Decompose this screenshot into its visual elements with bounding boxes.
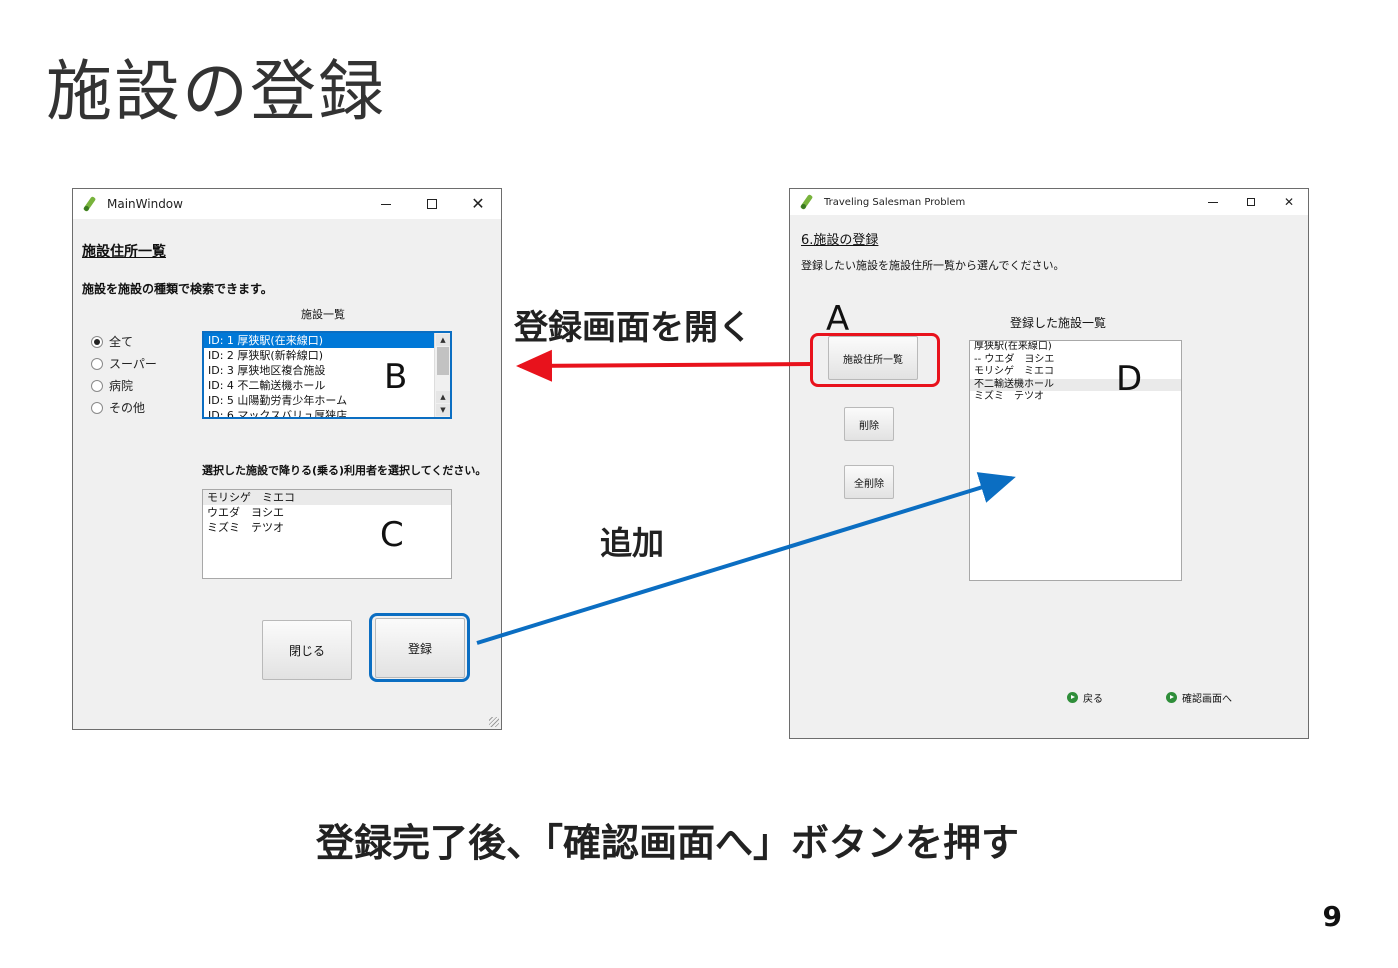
list-item[interactable]: ID: 1 厚狭駅(在来線口) bbox=[204, 333, 450, 348]
arrow-right-circle-icon bbox=[1166, 692, 1177, 703]
delete-all-button[interactable]: 全削除 bbox=[844, 465, 894, 499]
maximize-icon bbox=[1247, 198, 1255, 206]
list-item[interactable]: ID: 5 山陽勤労青少年ホーム bbox=[204, 393, 450, 408]
list-item[interactable]: -- ウエダ ヨシエ bbox=[970, 354, 1181, 367]
registered-facility-list[interactable]: 厚狭駅(在来線口) -- ウエダ ヨシエ モリシゲ ミエコ 不二輸送機ホール ミ… bbox=[969, 340, 1182, 581]
marker-c: C bbox=[380, 515, 404, 555]
app-leaf-icon bbox=[81, 195, 99, 213]
register-highlight bbox=[369, 613, 470, 682]
slide-title: 施設の登録 bbox=[46, 53, 386, 130]
radio-dot bbox=[91, 379, 103, 392]
tsp-window: Traveling Salesman Problem ✕ 6.施設の登録 登録し… bbox=[789, 188, 1309, 739]
resize-grip-icon[interactable] bbox=[489, 717, 499, 727]
facility-list[interactable]: ID: 1 厚狭駅(在来線口) ID: 2 厚狭駅(新幹線口) ID: 3 厚狭… bbox=[202, 331, 452, 419]
tsp-window-title: Traveling Salesman Problem bbox=[824, 196, 966, 208]
maximize-button[interactable] bbox=[409, 189, 455, 219]
bottom-instruction: 登録完了後、「確認画面へ」ボタンを押す bbox=[316, 821, 1020, 865]
search-instruction: 施設を施設の種類で検索できます。 bbox=[82, 282, 273, 296]
main-window-titlebar[interactable]: MainWindow ✕ bbox=[73, 189, 501, 219]
minimize-icon bbox=[1208, 201, 1218, 203]
minimize-icon bbox=[381, 203, 391, 205]
scroll-thumb[interactable] bbox=[437, 347, 449, 375]
registration-heading: 6.施設の登録 bbox=[801, 233, 879, 248]
list-item[interactable]: ミズミ テツオ bbox=[970, 391, 1181, 404]
facility-list-scrollbar[interactable]: ▲ ▲ ▼ bbox=[434, 333, 450, 417]
facility-list-label: 施設一覧 bbox=[301, 308, 345, 321]
radio-dot bbox=[91, 357, 103, 370]
minimize-button[interactable] bbox=[1194, 189, 1232, 215]
close-icon: ✕ bbox=[471, 194, 485, 213]
app-leaf-icon bbox=[798, 193, 816, 211]
open-screen-arrow bbox=[516, 349, 811, 382]
filter-other-radio[interactable]: その他 bbox=[91, 399, 145, 416]
close-window-button[interactable]: ✕ bbox=[1270, 189, 1308, 215]
registered-list-label: 登録した施設一覧 bbox=[1010, 316, 1107, 330]
add-caption: 追加 bbox=[600, 524, 665, 562]
confirm-screen-link[interactable]: 確認画面へ bbox=[1166, 690, 1232, 705]
scroll-down-icon[interactable]: ▲ bbox=[436, 391, 450, 403]
marker-b: B bbox=[384, 357, 408, 397]
list-item[interactable]: ミズミ テツオ bbox=[203, 520, 451, 535]
maximize-button[interactable] bbox=[1232, 189, 1270, 215]
delete-button[interactable]: 削除 bbox=[844, 407, 894, 441]
list-item[interactable]: ID: 6 マックスバリュ厚狭店 bbox=[204, 408, 450, 417]
address-list-highlight bbox=[810, 333, 940, 387]
user-list[interactable]: モリシゲ ミエコ ウエダ ヨシエ ミズミ テツオ bbox=[202, 489, 452, 579]
facility-address-heading: 施設住所一覧 bbox=[82, 244, 166, 260]
list-item[interactable]: ID: 4 不二輸送機ホール bbox=[204, 378, 450, 393]
close-window-button[interactable]: ✕ bbox=[455, 189, 501, 219]
list-item[interactable]: 不二輸送機ホール bbox=[970, 378, 1181, 391]
scroll-up-icon[interactable]: ▲ bbox=[436, 334, 450, 346]
list-item[interactable]: モリシゲ ミエコ bbox=[203, 490, 451, 505]
list-item[interactable]: ウエダ ヨシエ bbox=[203, 505, 451, 520]
close-button[interactable]: 閉じる bbox=[262, 620, 352, 680]
minimize-button[interactable] bbox=[363, 189, 409, 219]
marker-d: D bbox=[1116, 359, 1143, 399]
list-item[interactable]: ID: 3 厚狭地区複合施設 bbox=[204, 363, 450, 378]
tsp-window-titlebar[interactable]: Traveling Salesman Problem ✕ bbox=[790, 189, 1308, 215]
page-number: 9 bbox=[1322, 900, 1342, 933]
scroll-down-icon[interactable]: ▼ bbox=[436, 404, 450, 416]
filter-all-radio[interactable]: 全て bbox=[91, 333, 133, 350]
arrow-right-circle-icon bbox=[1067, 692, 1078, 703]
maximize-icon bbox=[427, 199, 437, 209]
close-icon: ✕ bbox=[1283, 195, 1295, 209]
filter-hospital-radio[interactable]: 病院 bbox=[91, 377, 133, 394]
user-select-prompt: 選択した施設で降りる(乗る)利用者を選択してください。 bbox=[202, 464, 487, 477]
filter-supermarket-radio[interactable]: スーパー bbox=[91, 355, 157, 372]
list-item[interactable]: 厚狭駅(在来線口) bbox=[970, 341, 1181, 354]
list-item[interactable]: ID: 2 厚狭駅(新幹線口) bbox=[204, 348, 450, 363]
main-window-title: MainWindow bbox=[107, 197, 183, 211]
registration-instruction: 登録したい施設を施設住所一覧から選んでください。 bbox=[801, 259, 1065, 272]
list-item[interactable]: モリシゲ ミエコ bbox=[970, 366, 1181, 379]
radio-dot bbox=[91, 335, 103, 348]
radio-dot bbox=[91, 401, 103, 414]
open-screen-caption: 登録画面を開く bbox=[514, 308, 752, 348]
back-link[interactable]: 戻る bbox=[1067, 690, 1103, 705]
